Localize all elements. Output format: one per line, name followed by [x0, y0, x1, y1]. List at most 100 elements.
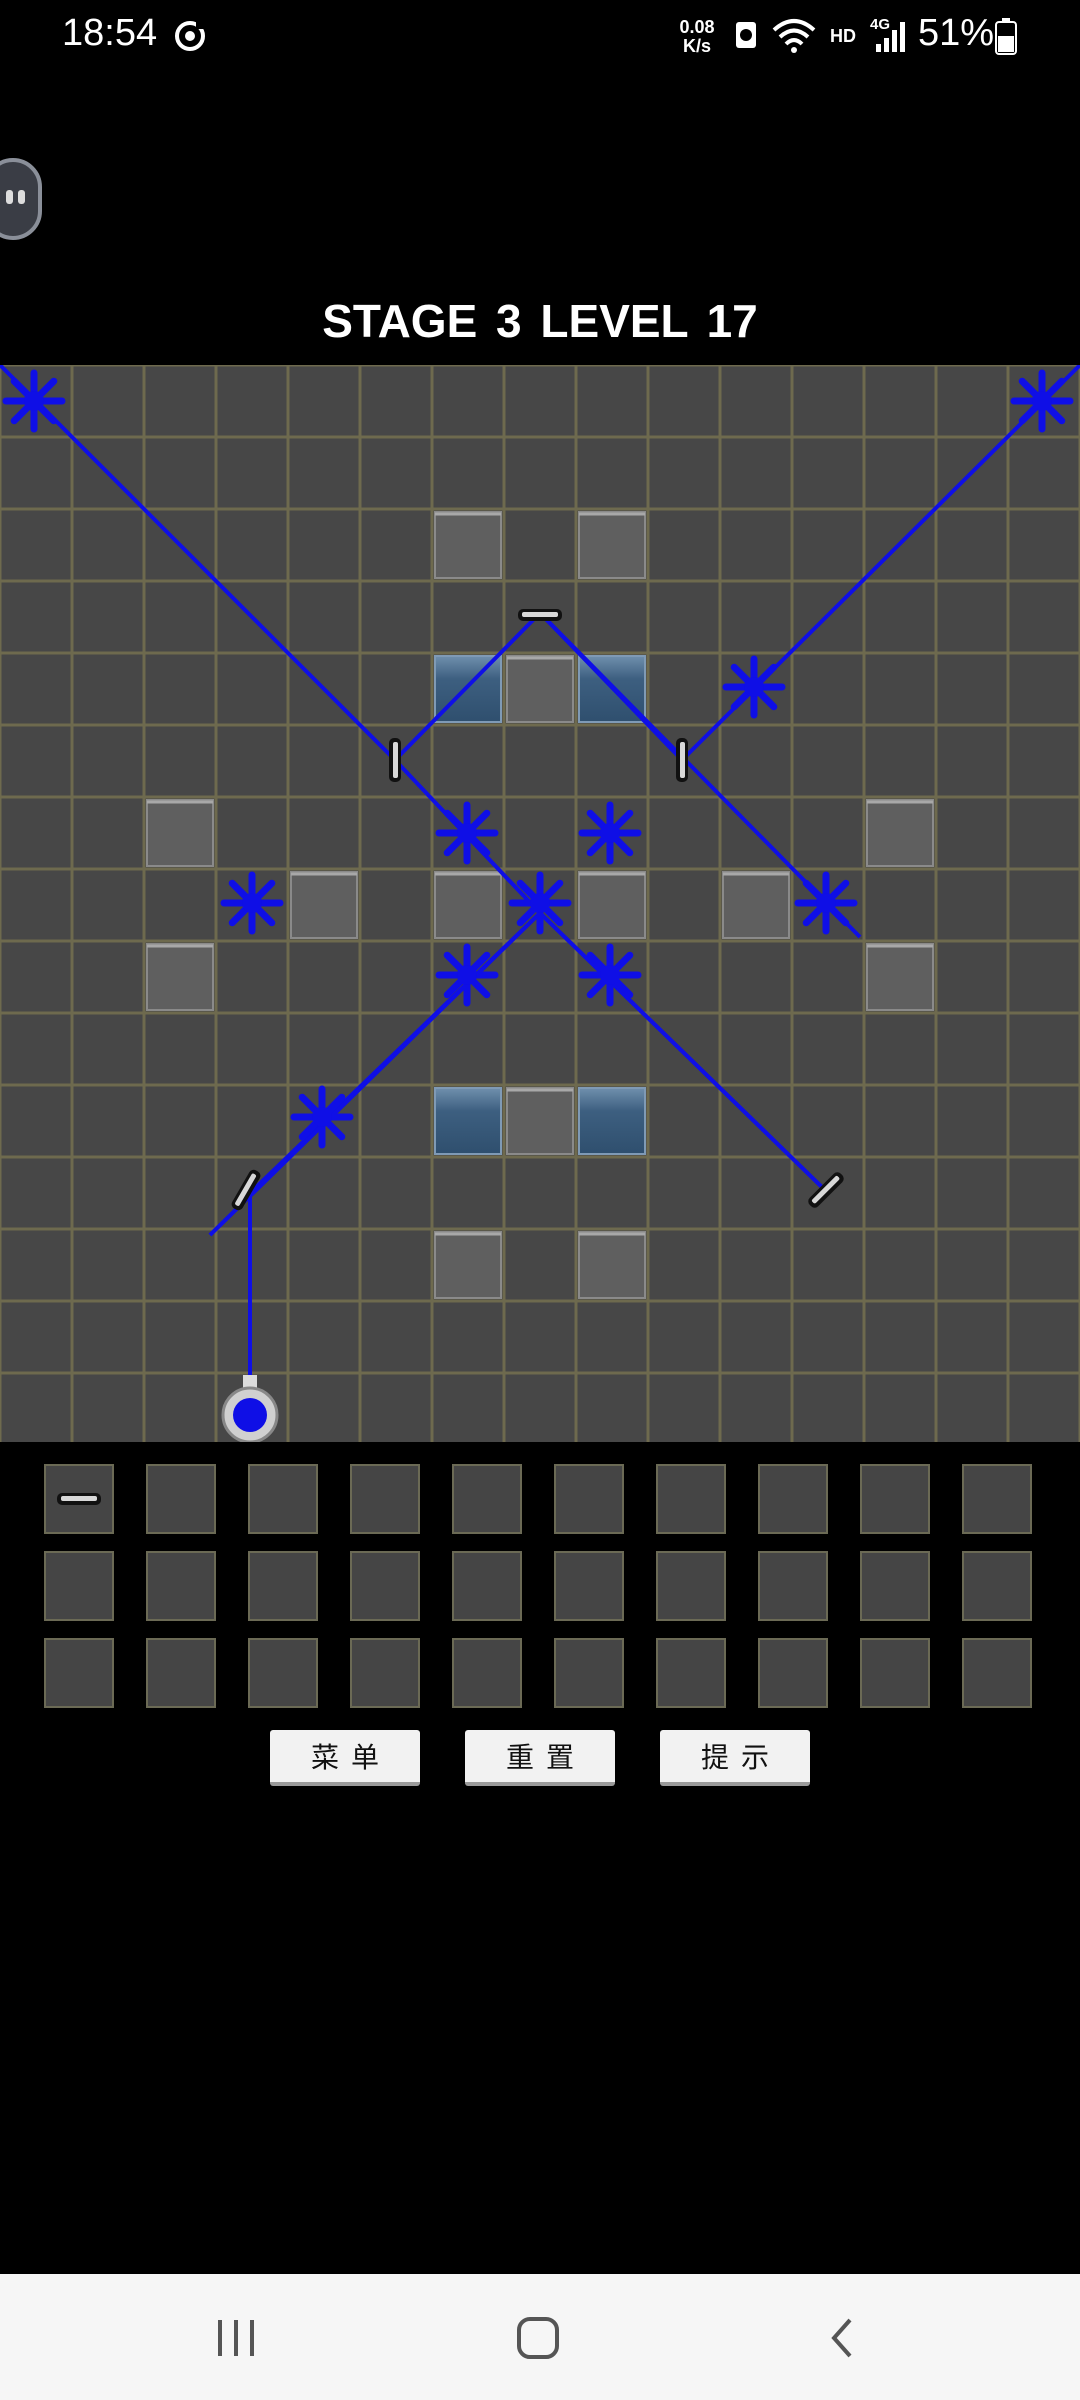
- board-cell[interactable]: [502, 1299, 578, 1375]
- board-cell[interactable]: [0, 435, 74, 511]
- board-cell[interactable]: [1006, 1299, 1080, 1375]
- inventory-slot[interactable]: [452, 1464, 522, 1534]
- board-cell[interactable]: [1006, 1011, 1080, 1087]
- inventory-slot[interactable]: [860, 1551, 930, 1621]
- board-cell[interactable]: [430, 1155, 506, 1231]
- board-cell[interactable]: [1006, 435, 1080, 511]
- board-cell[interactable]: [646, 1011, 722, 1087]
- board-cell[interactable]: [142, 651, 218, 727]
- inventory-slot[interactable]: [248, 1464, 318, 1534]
- board-cell[interactable]: [358, 365, 434, 439]
- board-cell[interactable]: [502, 507, 578, 583]
- inventory-slot[interactable]: [44, 1551, 114, 1621]
- board-cell[interactable]: [1006, 723, 1080, 799]
- board-cell[interactable]: [430, 579, 506, 655]
- inventory-slot[interactable]: [656, 1464, 726, 1534]
- recents-icon[interactable]: [212, 2316, 260, 2360]
- board-cell[interactable]: [286, 579, 362, 655]
- board-cell[interactable]: [70, 867, 146, 943]
- board-cell[interactable]: [646, 939, 722, 1015]
- back-icon[interactable]: [822, 2314, 862, 2362]
- board-cell[interactable]: [574, 579, 650, 655]
- board-cell[interactable]: [502, 723, 578, 799]
- inventory-slot[interactable]: [350, 1464, 420, 1534]
- board-cell[interactable]: [718, 1011, 794, 1087]
- inventory-slot[interactable]: [962, 1464, 1032, 1534]
- mirror-icon[interactable]: [518, 609, 562, 621]
- inventory-slot[interactable]: [350, 1638, 420, 1708]
- board-cell[interactable]: [142, 435, 218, 511]
- board-cell[interactable]: [214, 795, 290, 871]
- inventory-slot[interactable]: [860, 1464, 930, 1534]
- board-cell[interactable]: [646, 1155, 722, 1231]
- board-cell[interactable]: [646, 435, 722, 511]
- board-cell[interactable]: [142, 579, 218, 655]
- board-cell[interactable]: [142, 1299, 218, 1375]
- board-cell[interactable]: [286, 1155, 362, 1231]
- board-cell[interactable]: [70, 723, 146, 799]
- board-cell[interactable]: [574, 1371, 650, 1442]
- board-cell[interactable]: [862, 651, 938, 727]
- board-cell[interactable]: [358, 939, 434, 1015]
- board-cell[interactable]: [502, 1155, 578, 1231]
- board-cell[interactable]: [142, 1083, 218, 1159]
- board-cell[interactable]: [790, 1083, 866, 1159]
- board-cell[interactable]: [790, 1299, 866, 1375]
- board-cell[interactable]: [214, 507, 290, 583]
- board-cell[interactable]: [358, 1299, 434, 1375]
- game-board[interactable]: [0, 365, 1080, 1442]
- board-cell[interactable]: [0, 1083, 74, 1159]
- board-cell[interactable]: [0, 579, 74, 655]
- board-cell[interactable]: [862, 1011, 938, 1087]
- board-cell[interactable]: [70, 1155, 146, 1231]
- floating-assistant-button[interactable]: [0, 158, 42, 240]
- inventory-slot[interactable]: [554, 1464, 624, 1534]
- inventory-slot[interactable]: [554, 1551, 624, 1621]
- board-cell[interactable]: [718, 723, 794, 799]
- board-cell[interactable]: [718, 365, 794, 439]
- board-cell[interactable]: [286, 435, 362, 511]
- board-cell[interactable]: [214, 435, 290, 511]
- board-cell[interactable]: [790, 507, 866, 583]
- board-cell[interactable]: [502, 1011, 578, 1087]
- board-cell[interactable]: [142, 365, 218, 439]
- board-cell[interactable]: [286, 939, 362, 1015]
- board-cell[interactable]: [70, 507, 146, 583]
- board-cell[interactable]: [430, 435, 506, 511]
- board-cell[interactable]: [0, 723, 74, 799]
- board-cell[interactable]: [142, 1371, 218, 1442]
- board-cell[interactable]: [142, 1155, 218, 1231]
- board-cell[interactable]: [790, 1011, 866, 1087]
- board-cell[interactable]: [70, 1227, 146, 1303]
- board-cell[interactable]: [646, 867, 722, 943]
- board-cell[interactable]: [430, 1371, 506, 1442]
- board-cell[interactable]: [286, 795, 362, 871]
- board-cell[interactable]: [430, 1011, 506, 1087]
- board-cell[interactable]: [502, 1371, 578, 1442]
- board-cell[interactable]: [790, 1227, 866, 1303]
- board-cell[interactable]: [70, 1299, 146, 1375]
- board-cell[interactable]: [646, 1371, 722, 1442]
- board-cell[interactable]: [718, 939, 794, 1015]
- board-cell[interactable]: [1006, 1227, 1080, 1303]
- board-cell[interactable]: [358, 435, 434, 511]
- board-cell[interactable]: [70, 365, 146, 439]
- board-cell[interactable]: [214, 365, 290, 439]
- board-cell[interactable]: [1006, 651, 1080, 727]
- board-cell[interactable]: [718, 435, 794, 511]
- board-cell[interactable]: [934, 795, 1010, 871]
- board-cell[interactable]: [430, 365, 506, 439]
- board-cell[interactable]: [0, 1011, 74, 1087]
- board-cell[interactable]: [790, 723, 866, 799]
- board-cell[interactable]: [646, 651, 722, 727]
- board-cell[interactable]: [1006, 507, 1080, 583]
- board-cell[interactable]: [862, 723, 938, 799]
- home-icon[interactable]: [514, 2314, 562, 2362]
- board-cell[interactable]: [790, 939, 866, 1015]
- board-cell[interactable]: [214, 1083, 290, 1159]
- board-cell[interactable]: [286, 1299, 362, 1375]
- inventory-slot[interactable]: [758, 1464, 828, 1534]
- board-cell[interactable]: [646, 365, 722, 439]
- board-cell[interactable]: [718, 1155, 794, 1231]
- board-cell[interactable]: [0, 1227, 74, 1303]
